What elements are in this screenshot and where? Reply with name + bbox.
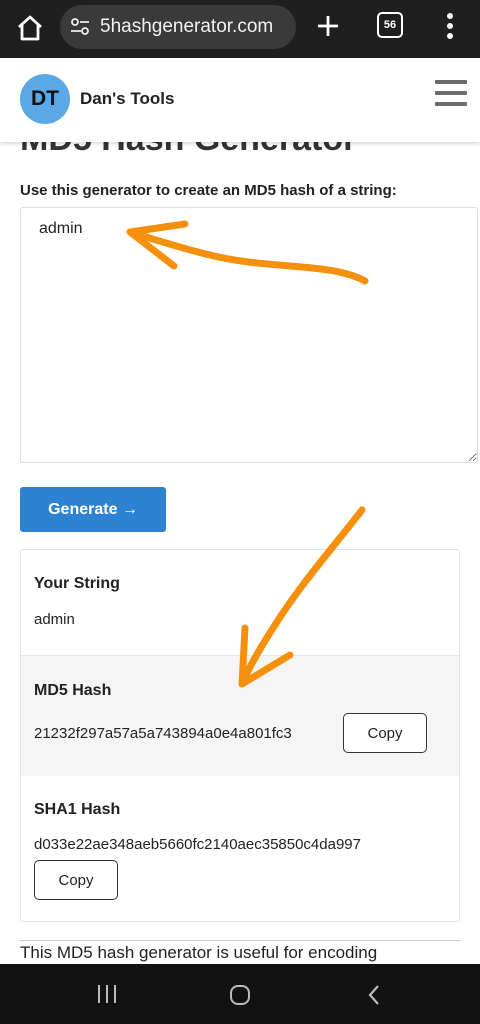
sha1-hash-label: SHA1 Hash: [34, 801, 121, 818]
description-text: This MD5 hash generator is useful for en…: [20, 943, 378, 962]
sha1-hash-value: d033e22ae348aeb5660fc2140aec35850c4da997: [34, 836, 361, 853]
site-name[interactable]: Dan's Tools: [80, 89, 174, 109]
generate-button[interactable]: Generate →: [20, 487, 166, 532]
results-panel: Your String admin MD5 Hash 21232f297a57a…: [20, 549, 460, 922]
site-settings-icon[interactable]: [70, 17, 90, 37]
instruction-label: Use this generator to create an MD5 hash…: [20, 182, 397, 199]
string-input[interactable]: admin: [20, 207, 478, 463]
logo-initials: DT: [31, 87, 59, 110]
more-vert-icon[interactable]: [440, 10, 460, 44]
plus-icon[interactable]: [312, 10, 344, 42]
result-row-md5: MD5 Hash 21232f297a57a5a743894a0e4a801fc…: [21, 655, 459, 777]
md5-copy-button[interactable]: Copy: [343, 713, 427, 753]
hamburger-icon[interactable]: [435, 80, 467, 110]
your-string-label: Your String: [34, 575, 120, 592]
md5-hash-label: MD5 Hash: [34, 682, 112, 699]
divider: [20, 940, 460, 941]
sha1-copy-button[interactable]: Copy: [34, 860, 118, 900]
site-header: DT Dan's Tools: [0, 58, 480, 142]
result-row-string: Your String admin: [21, 550, 459, 655]
home-icon[interactable]: [14, 12, 46, 44]
result-row-sha1: SHA1 Hash d033e22ae348aeb5660fc2140aec35…: [21, 776, 459, 921]
tabs-icon[interactable]: 56: [377, 12, 403, 38]
address-bar[interactable]: 5hashgenerator.com: [60, 5, 296, 49]
back-icon[interactable]: [366, 984, 382, 1006]
md5-hash-value: 21232f297a57a5a743894a0e4a801fc3: [34, 725, 292, 742]
home-circle-icon[interactable]: [229, 984, 251, 1006]
recents-icon[interactable]: [96, 984, 118, 1004]
site-logo[interactable]: DT: [20, 74, 70, 124]
system-nav-bar: [0, 964, 480, 1024]
browser-toolbar: 5hashgenerator.com 56: [0, 0, 480, 58]
url-text: 5hashgenerator.com: [100, 16, 274, 37]
tab-count: 56: [383, 19, 397, 31]
your-string-value: admin: [34, 611, 75, 628]
